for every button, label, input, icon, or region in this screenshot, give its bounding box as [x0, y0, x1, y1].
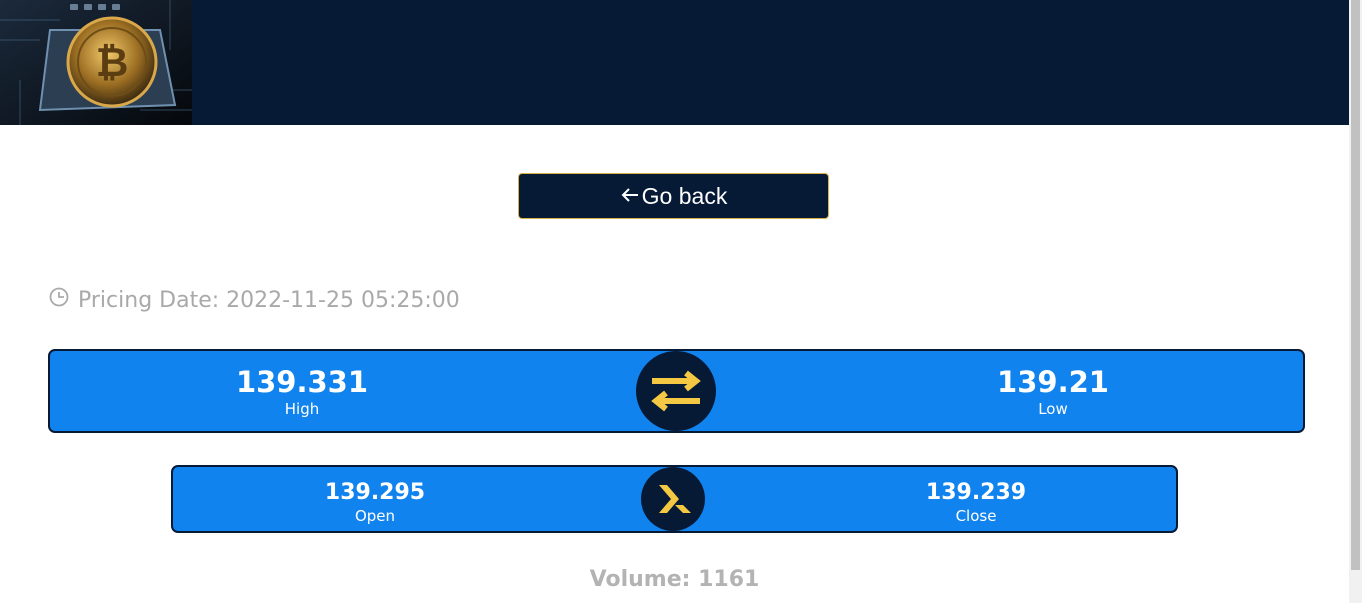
high-value: 139.331 [235, 365, 369, 399]
open-close-card: 139.295 Open 139.239 Close [171, 465, 1178, 533]
bitcoin-logo-image: ₿ [0, 0, 192, 125]
scrollbar[interactable] [1349, 0, 1362, 603]
swap-arrows-icon [636, 351, 716, 431]
close-label: Close [955, 507, 997, 525]
low-value: 139.21 [997, 365, 1109, 399]
clock-icon [48, 286, 78, 314]
go-back-button[interactable]: Go back [518, 173, 829, 219]
volume-text: Volume: 1161 [589, 567, 760, 592]
close-stat: 139.239 Close [876, 480, 1076, 526]
chevron-right-icon [641, 467, 705, 531]
open-label: Open [354, 507, 396, 525]
header-bar: ₿ [0, 0, 1349, 125]
open-value: 139.295 [324, 480, 426, 505]
pricing-date: Pricing Date: 2022-11-25 05:25:00 [48, 286, 460, 314]
arrow-left-icon [620, 183, 640, 210]
high-low-card: 139.331 High 139.21 Low [48, 349, 1305, 433]
high-label: High [284, 400, 320, 418]
scrollbar-thumb[interactable] [1351, 0, 1360, 570]
close-value: 139.239 [925, 480, 1027, 505]
high-stat: 139.331 High [202, 365, 402, 419]
go-back-label: Go back [641, 182, 728, 209]
low-label: Low [1038, 400, 1068, 418]
svg-text:₿: ₿ [96, 40, 129, 86]
low-stat: 139.21 Low [953, 365, 1153, 419]
pricing-date-text: Pricing Date: 2022-11-25 05:25:00 [78, 287, 460, 313]
open-stat: 139.295 Open [275, 480, 475, 526]
